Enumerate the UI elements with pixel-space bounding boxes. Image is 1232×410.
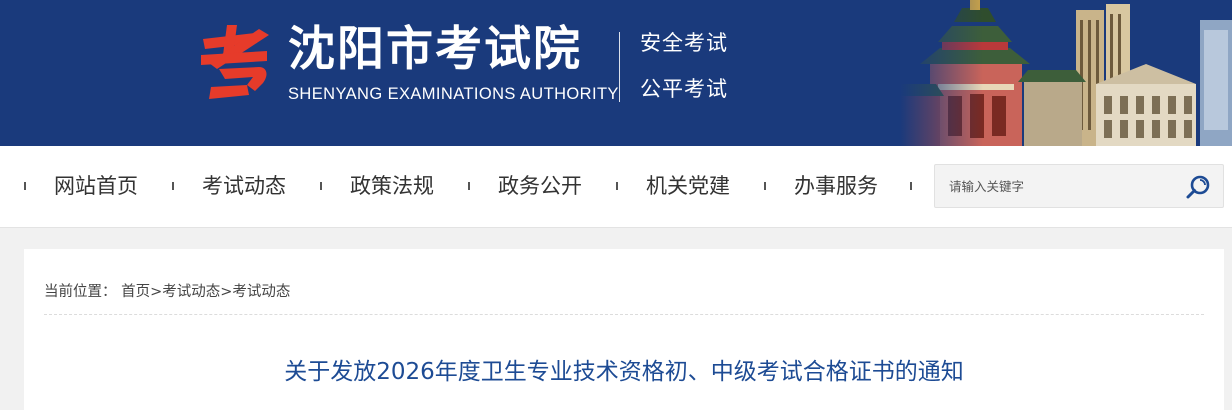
shenyang-exam-logo-icon[interactable] bbox=[197, 25, 273, 101]
nav-separator bbox=[910, 182, 912, 190]
nav-item-gov-affairs[interactable]: 政务公开 bbox=[498, 172, 582, 200]
breadcrumb-separator: > bbox=[220, 284, 233, 300]
site-subtitle: SHENYANG EXAMINATIONS AUTHORITY bbox=[288, 85, 619, 103]
site-title: 沈阳市考试院 bbox=[288, 22, 582, 77]
search-icon[interactable] bbox=[1185, 173, 1213, 201]
breadcrumb-divider bbox=[44, 314, 1204, 315]
nav-separator bbox=[320, 182, 322, 190]
breadcrumb: 当前位置： 首页>考试动态>考试动态 bbox=[44, 282, 290, 302]
header-divider bbox=[619, 32, 620, 102]
main-nav: 网站首页 考试动态 政策法规 政务公开 机关党建 办事服务 bbox=[0, 146, 1232, 228]
slogan-fair-exam: 公平考试 bbox=[640, 77, 728, 101]
search-box bbox=[934, 164, 1224, 208]
breadcrumb-home-link[interactable]: 首页 bbox=[121, 284, 150, 300]
nav-item-policies[interactable]: 政策法规 bbox=[350, 172, 434, 200]
site-header: 沈阳市考试院 SHENYANG EXAMINATIONS AUTHORITY 安… bbox=[0, 0, 1232, 146]
breadcrumb-label: 当前位置： bbox=[44, 284, 117, 300]
slogan-safe-exam: 安全考试 bbox=[640, 31, 728, 55]
search-input[interactable] bbox=[949, 165, 1179, 207]
breadcrumb-current-link[interactable]: 考试动态 bbox=[232, 284, 290, 300]
nav-separator bbox=[468, 182, 470, 190]
nav-item-exam-news[interactable]: 考试动态 bbox=[202, 172, 286, 200]
city-skyline-image bbox=[900, 0, 1232, 146]
content-panel: 当前位置： 首页>考试动态>考试动态 关于发放2026年度卫生专业技术资格初、中… bbox=[24, 249, 1224, 410]
nav-separator bbox=[24, 182, 26, 190]
nav-separator bbox=[616, 182, 618, 190]
breadcrumb-separator: > bbox=[150, 284, 163, 300]
nav-item-home[interactable]: 网站首页 bbox=[54, 172, 138, 200]
breadcrumb-exam-news-link[interactable]: 考试动态 bbox=[162, 284, 220, 300]
nav-item-services[interactable]: 办事服务 bbox=[794, 172, 878, 200]
nav-item-party-building[interactable]: 机关党建 bbox=[646, 172, 730, 200]
article-title: 关于发放2026年度卫生专业技术资格初、中级考试合格证书的通知 bbox=[284, 359, 964, 385]
nav-separator bbox=[764, 182, 766, 190]
nav-separator bbox=[172, 182, 174, 190]
